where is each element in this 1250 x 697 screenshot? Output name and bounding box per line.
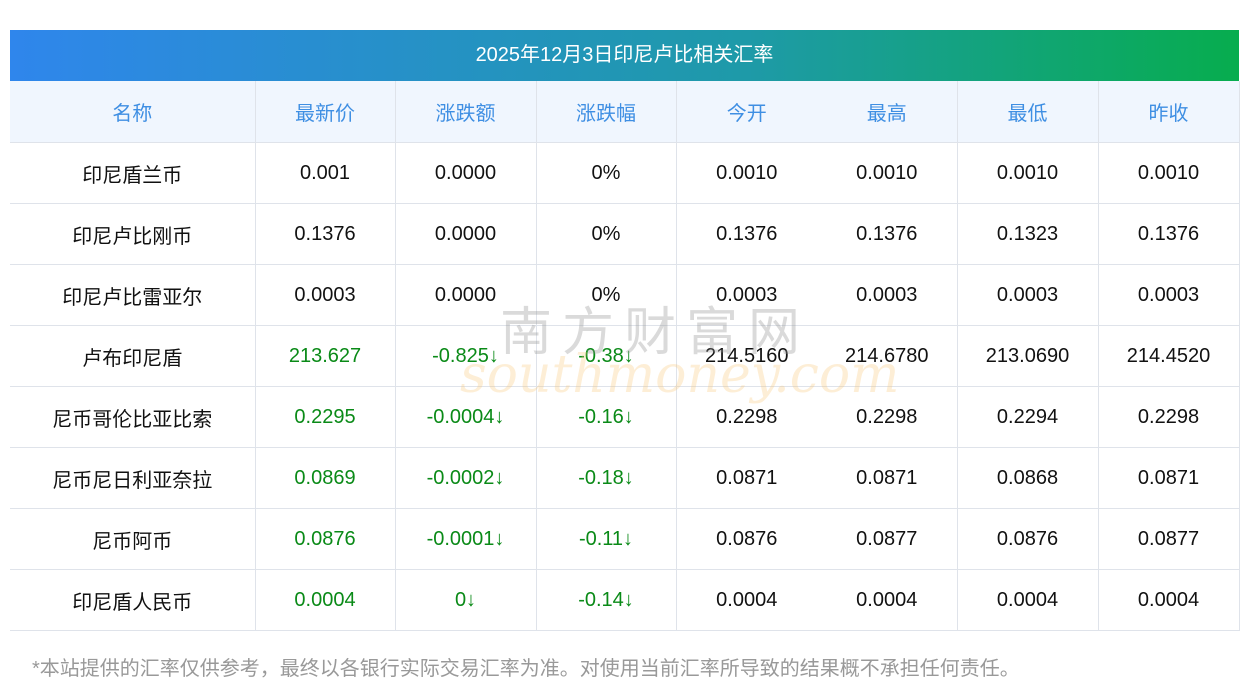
cell-prev: 0.0010 (1097, 142, 1240, 204)
rate-table: 名称 最新价 涨跌额 涨跌幅 今开 最高 最低 昨收 印尼盾兰币 0.001 0.0… (10, 81, 1240, 631)
cell-change: -0.0004↓ (394, 386, 536, 448)
header-change: 涨跌额 (394, 81, 536, 143)
cell-latest: 0.0004 (254, 569, 395, 631)
cell-open: 214.5160 (675, 325, 817, 387)
cell-pct: -0.11↓ (535, 508, 676, 570)
cell-open: 0.1376 (675, 203, 817, 265)
cell-open: 0.0010 (675, 142, 817, 204)
cell-prev: 0.2298 (1097, 386, 1240, 448)
table-row: 尼币尼日利亚奈拉 0.0869 -0.0002↓ -0.18↓ 0.0871 0.0871… (10, 447, 1240, 509)
cell-prev: 0.0877 (1097, 508, 1240, 570)
cell-name: 印尼盾兰币 (10, 142, 255, 204)
cell-high: 0.0003 (817, 264, 957, 326)
header-low: 最低 (956, 81, 1098, 143)
cell-pct: -0.16↓ (535, 386, 676, 448)
cell-high: 0.2298 (817, 386, 957, 448)
cell-name: 印尼盾人民币 (10, 569, 255, 631)
cell-prev: 0.0004 (1097, 569, 1240, 631)
header-high: 最高 (817, 81, 957, 143)
table-title: 2025年12月3日印尼卢比相关汇率 (10, 30, 1239, 81)
header-prev: 昨收 (1097, 81, 1240, 143)
cell-name: 尼币尼日利亚奈拉 (10, 447, 255, 509)
cell-low: 213.0690 (956, 325, 1098, 387)
cell-low: 0.0003 (956, 264, 1098, 326)
table-row: 尼币哥伦比亚比索 0.2295 -0.0004↓ -0.16↓ 0.2298 0.2298… (10, 386, 1240, 448)
header-pct: 涨跌幅 (535, 81, 676, 143)
cell-latest: 0.0003 (254, 264, 395, 326)
cell-high: 214.6780 (817, 325, 957, 387)
cell-pct: 0% (535, 264, 676, 326)
cell-latest: 0.0869 (254, 447, 395, 509)
header-open: 今开 (675, 81, 817, 143)
cell-high: 0.0871 (817, 447, 957, 509)
cell-latest: 0.1376 (254, 203, 395, 265)
cell-low: 0.0868 (956, 447, 1098, 509)
table-row: 印尼盾兰币 0.001 0.0000 0% 0.0010 0.0010 0.0010 0.00… (10, 142, 1240, 204)
cell-name: 印尼卢比雷亚尔 (10, 264, 255, 326)
table-row: 印尼卢比雷亚尔 0.0003 0.0000 0% 0.0003 0.0003 0.0003 0… (10, 264, 1240, 326)
cell-change: -0.0001↓ (394, 508, 536, 570)
cell-prev: 0.0871 (1097, 447, 1240, 509)
cell-high: 0.0004 (817, 569, 957, 631)
cell-pct: -0.38↓ (535, 325, 676, 387)
cell-change: -0.0002↓ (394, 447, 536, 509)
cell-change: 0↓ (394, 569, 536, 631)
table-row: 卢布印尼盾 213.627 -0.825↓ -0.38↓ 214.5160 214.678… (10, 325, 1240, 387)
rate-table-container: 2025年12月3日印尼卢比相关汇率 名称 最新价 涨跌额 涨跌幅 今开 最高 … (10, 30, 1240, 631)
cell-change: -0.825↓ (394, 325, 536, 387)
cell-pct: 0% (535, 142, 676, 204)
cell-pct: 0% (535, 203, 676, 265)
cell-name: 印尼卢比刚币 (10, 203, 255, 265)
cell-open: 0.2298 (675, 386, 817, 448)
table-header-row: 名称 最新价 涨跌额 涨跌幅 今开 最高 最低 昨收 (10, 81, 1240, 143)
cell-low: 0.0004 (956, 569, 1098, 631)
cell-pct: -0.14↓ (535, 569, 676, 631)
cell-name: 卢布印尼盾 (10, 325, 255, 387)
disclaimer-note: *本站提供的汇率仅供参考，最终以各银行实际交易汇率为准。对使用当前汇率所导致的结… (32, 658, 1020, 680)
cell-high: 0.0877 (817, 508, 957, 570)
cell-prev: 0.0003 (1097, 264, 1240, 326)
cell-high: 0.0010 (817, 142, 957, 204)
cell-low: 0.1323 (956, 203, 1098, 265)
cell-open: 0.0871 (675, 447, 817, 509)
cell-latest: 0.001 (254, 142, 395, 204)
cell-high: 0.1376 (817, 203, 957, 265)
table-row: 印尼卢比刚币 0.1376 0.0000 0% 0.1376 0.1376 0.1323 0.… (10, 203, 1240, 265)
cell-low: 0.0876 (956, 508, 1098, 570)
cell-open: 0.0003 (675, 264, 817, 326)
table-row: 尼币阿币 0.0876 -0.0001↓ -0.11↓ 0.0876 0.0877 0.08… (10, 508, 1240, 570)
cell-open: 0.0876 (675, 508, 817, 570)
cell-low: 0.2294 (956, 386, 1098, 448)
cell-latest: 0.2295 (254, 386, 395, 448)
cell-latest: 0.0876 (254, 508, 395, 570)
header-latest: 最新价 (254, 81, 395, 143)
cell-change: 0.0000 (394, 203, 536, 265)
cell-change: 0.0000 (394, 264, 536, 326)
cell-latest: 213.627 (254, 325, 395, 387)
cell-name: 尼币阿币 (10, 508, 255, 570)
header-name: 名称 (10, 81, 255, 143)
cell-name: 尼币哥伦比亚比索 (10, 386, 255, 448)
cell-open: 0.0004 (675, 569, 817, 631)
cell-low: 0.0010 (956, 142, 1098, 204)
table-row: 印尼盾人民币 0.0004 0↓ -0.14↓ 0.0004 0.0004 0.0004 0.… (10, 569, 1240, 631)
cell-prev: 0.1376 (1097, 203, 1240, 265)
cell-prev: 214.4520 (1097, 325, 1240, 387)
cell-pct: -0.18↓ (535, 447, 676, 509)
cell-change: 0.0000 (394, 142, 536, 204)
